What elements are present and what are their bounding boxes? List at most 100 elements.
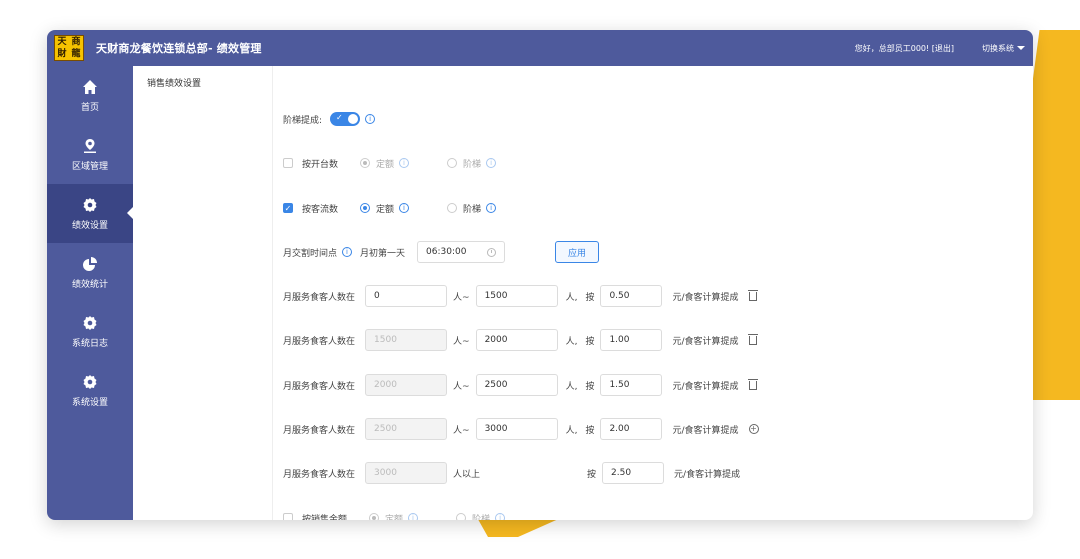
subnav-item-sales-performance[interactable]: 销售绩效设置 <box>147 76 272 89</box>
cutoff-time-input[interactable]: 06:30:00 <box>417 241 506 263</box>
by-sales-amount-label: 按销售金额 <box>302 514 348 521</box>
info-icon[interactable]: i <box>408 513 419 520</box>
table-tier-radio[interactable] <box>447 158 458 168</box>
tier-from-input: 3000 <box>365 462 448 484</box>
tier-sep: 人以上 <box>453 469 481 480</box>
by-guest-count-label: 按客流数 <box>302 204 339 215</box>
tier-rate-input[interactable]: 1.00 <box>600 329 663 351</box>
tier-unit: 人, <box>565 292 578 303</box>
tier-by: 按 <box>585 292 595 303</box>
sidebar-item-label: 绩效设置 <box>71 221 108 231</box>
tier-rate-input[interactable]: 0.50 <box>600 285 663 307</box>
tier-sep: 人~ <box>453 292 470 303</box>
month-cutoff-label: 月交割时间点 <box>283 248 338 259</box>
by-sales-amount-row: 按销售金额 定额 i 阶梯 i <box>283 507 506 521</box>
logo-char: 財 <box>57 49 67 59</box>
sidebar-item-label: 首页 <box>80 103 99 113</box>
by-table-count-checkbox[interactable] <box>283 158 293 168</box>
trash-icon[interactable] <box>747 333 758 345</box>
sidebar-item-system-log[interactable]: 系统日志 <box>47 302 133 361</box>
tier-commission-toggle[interactable]: ✓ <box>330 112 361 126</box>
logo-char: 天 <box>57 37 67 47</box>
tier-to-input[interactable]: 1500 <box>475 285 558 307</box>
info-icon[interactable]: i <box>486 203 497 213</box>
info-icon[interactable]: i <box>399 158 410 168</box>
info-icon[interactable]: i <box>342 247 353 257</box>
apply-button[interactable]: 应用 <box>555 241 600 263</box>
settings-form: 阶梯提成: ✓ i 按开台数 定额 i 阶梯 i ✓ 按客流数 定额 i 阶梯 … <box>283 66 1033 520</box>
tier-row: 月服务食客人数在 2000 人~ 2500 人, 按 1.50 元/食客计算提成 <box>283 374 758 396</box>
sales-fixed-radio[interactable] <box>369 513 380 520</box>
table-fixed-label: 定额 <box>376 159 395 170</box>
brand-logo: 天 商 財 龍 <box>54 35 84 61</box>
sidebar-item-home[interactable]: 首页 <box>47 66 133 125</box>
tier-row-last: 月服务食客人数在 3000 人以上 按 2.50 元/食客计算提成 <box>283 462 740 484</box>
tier-rate-input[interactable]: 1.50 <box>600 374 663 396</box>
app-title: 天财商龙餐饮连锁总部- 绩效管理 <box>96 42 262 55</box>
tier-rate-input[interactable]: 2.50 <box>602 462 665 484</box>
tier-row: 月服务食客人数在 0 人~ 1500 人, 按 0.50 元/食客计算提成 <box>283 285 758 307</box>
tier-label: 月服务食客人数在 <box>283 336 356 347</box>
tier-by: 按 <box>585 381 595 392</box>
guest-tier-label: 阶梯 <box>463 204 482 215</box>
caret-down-icon <box>1017 46 1025 50</box>
table-fixed-radio[interactable] <box>360 158 371 168</box>
app-window: 天 商 財 龍 天财商龙餐饮连锁总部- 绩效管理 您好，总部员工000! [退出… <box>47 30 1033 520</box>
tier-label: 月服务食客人数在 <box>283 381 356 392</box>
sales-tier-label: 阶梯 <box>472 514 491 521</box>
tier-suffix: 元/食客计算提成 <box>672 381 739 392</box>
info-icon[interactable]: i <box>495 513 506 520</box>
sidebar-item-label: 区域管理 <box>71 162 108 172</box>
sales-tier-radio[interactable] <box>456 513 467 520</box>
tier-from-input: 2500 <box>365 418 448 440</box>
tier-to-input[interactable]: 3000 <box>475 418 558 440</box>
info-icon[interactable]: i <box>399 203 410 213</box>
by-table-count-label: 按开台数 <box>302 159 339 170</box>
tier-rate-input[interactable]: 2.00 <box>600 418 663 440</box>
home-icon <box>81 78 99 96</box>
sidebar-item-region[interactable]: 区域管理 <box>47 125 133 184</box>
tier-to-input[interactable]: 2500 <box>475 374 558 396</box>
add-tier-icon[interactable]: + <box>748 424 759 434</box>
pie-chart-icon <box>81 255 99 273</box>
location-pin-icon <box>81 137 99 155</box>
gear-icon <box>81 314 99 332</box>
sidebar-item-performance-stats[interactable]: 绩效统计 <box>47 243 133 302</box>
tier-suffix: 元/食客计算提成 <box>674 469 741 480</box>
sidebar-item-system-settings[interactable]: 系统设置 <box>47 361 133 420</box>
trash-icon[interactable] <box>747 289 758 301</box>
guest-tier-radio[interactable] <box>447 203 458 213</box>
tier-label: 月服务食客人数在 <box>283 292 356 303</box>
switch-system-menu[interactable]: 切换系统 <box>982 43 1025 54</box>
info-icon[interactable]: i <box>486 158 497 168</box>
sales-fixed-label: 定额 <box>385 514 404 521</box>
tier-suffix: 元/食客计算提成 <box>672 425 739 436</box>
tier-from-input[interactable]: 0 <box>365 285 448 307</box>
tier-commission-row: 阶梯提成: ✓ i <box>283 108 376 130</box>
sidebar-item-label: 系统日志 <box>71 339 108 349</box>
clock-icon <box>487 247 497 257</box>
tier-to-input[interactable]: 2000 <box>475 329 558 351</box>
logo-char: 商 <box>71 37 81 47</box>
tier-sep: 人~ <box>453 381 470 392</box>
tier-by: 按 <box>585 425 595 436</box>
user-greeting[interactable]: 您好，总部员工000! [退出] <box>855 43 954 54</box>
sub-navigation: 销售绩效设置 <box>133 66 273 520</box>
tier-label: 月服务食客人数在 <box>283 469 356 480</box>
tier-sep: 人~ <box>453 425 470 436</box>
by-sales-amount-checkbox[interactable] <box>283 513 293 520</box>
by-guest-count-row: ✓ 按客流数 定额 i 阶梯 i <box>283 197 497 219</box>
guest-fixed-radio[interactable] <box>360 203 371 213</box>
info-icon[interactable]: i <box>365 114 376 124</box>
tier-from-input: 1500 <box>365 329 448 351</box>
logo-char: 龍 <box>71 49 81 59</box>
sidebar-item-performance-settings[interactable]: 绩效设置 <box>47 184 134 243</box>
sidebar-item-label: 系统设置 <box>71 398 108 408</box>
month-cutoff-day: 月初第一天 <box>360 248 406 259</box>
trash-icon[interactable] <box>747 378 758 390</box>
top-bar: 天 商 財 龍 天财商龙餐饮连锁总部- 绩效管理 您好，总部员工000! [退出… <box>47 30 1033 66</box>
by-guest-count-checkbox[interactable]: ✓ <box>283 203 293 213</box>
gear-icon <box>81 373 99 391</box>
tier-row: 月服务食客人数在 1500 人~ 2000 人, 按 1.00 元/食客计算提成 <box>283 329 758 351</box>
month-cutoff-row: 月交割时间点 i 月初第一天 06:30:00 应用 <box>283 241 600 263</box>
